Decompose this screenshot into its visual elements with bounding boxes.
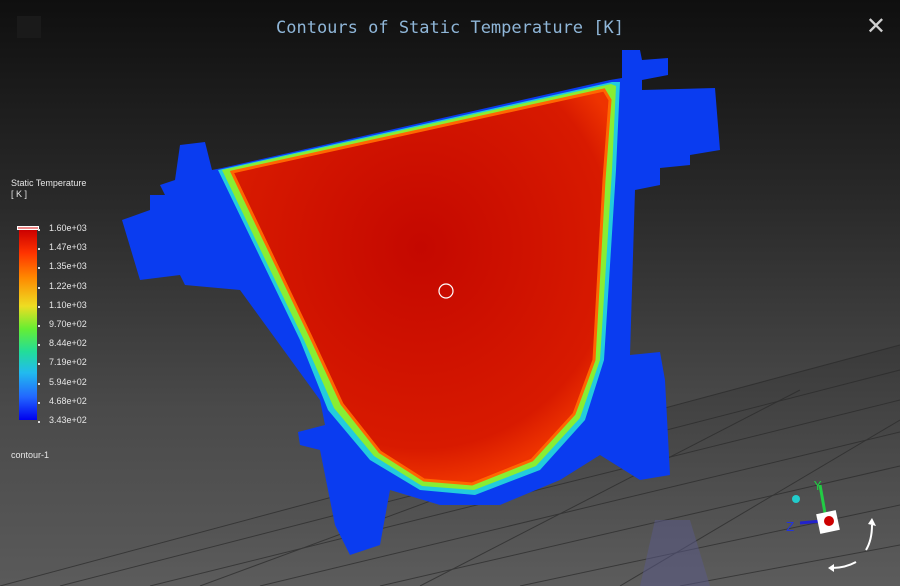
colorbar-tick-label: 8.44e+02 xyxy=(49,338,87,349)
light-icon[interactable] xyxy=(792,495,800,503)
colorbar-max-marker xyxy=(17,226,39,230)
title-bar: Contours of Static Temperature [K] ✕ xyxy=(0,0,900,52)
colorbar-tick-label: 1.10e+03 xyxy=(49,299,87,310)
colorbar-tick-label: 1.22e+03 xyxy=(49,280,87,291)
colorbar-tick-label: 1.47e+03 xyxy=(49,242,87,253)
window-title: Contours of Static Temperature [K] xyxy=(276,18,624,38)
domain-hot-core xyxy=(229,88,612,486)
colorbar-tick xyxy=(38,344,40,347)
colorbar-tick-label: 1.35e+03 xyxy=(49,261,87,272)
colorbar-tick xyxy=(38,401,40,404)
colorbar-tick xyxy=(38,382,40,385)
legend-title: Static Temperature [ K ] xyxy=(11,178,86,200)
colorbar-tick xyxy=(38,305,40,308)
colorbar-tick xyxy=(38,286,40,289)
close-icon[interactable]: ✕ xyxy=(866,12,886,40)
colorbar-tick-label: 4.68e+02 xyxy=(49,395,87,406)
contour-name: contour-1 xyxy=(11,450,50,460)
axis-z-label: Z xyxy=(786,520,794,534)
colorbar-tick xyxy=(38,248,40,251)
colorbar-tick xyxy=(38,267,40,270)
viewport-3d[interactable]: Y Z xyxy=(0,0,900,586)
legend-title-line1: Static Temperature xyxy=(11,178,87,188)
colorbar-tick xyxy=(38,229,40,231)
colorbar-tick-label: 1.60e+03 xyxy=(49,223,87,233)
colorbar-tick-label: 9.70e+02 xyxy=(49,319,87,329)
axis-y-label: Y xyxy=(813,479,822,493)
legend-title-line2: [ K ] xyxy=(11,189,28,199)
colorbar-tick-label: 3.43e+02 xyxy=(49,415,87,425)
colorbar-tick xyxy=(38,363,40,366)
colorbar-tick-label: 5.94e+02 xyxy=(49,376,87,387)
colorbar-tick xyxy=(38,421,40,423)
colorbar-tick-label: 7.19e+02 xyxy=(49,357,87,368)
colorbar xyxy=(19,230,37,420)
colorbar-tick xyxy=(38,325,40,327)
